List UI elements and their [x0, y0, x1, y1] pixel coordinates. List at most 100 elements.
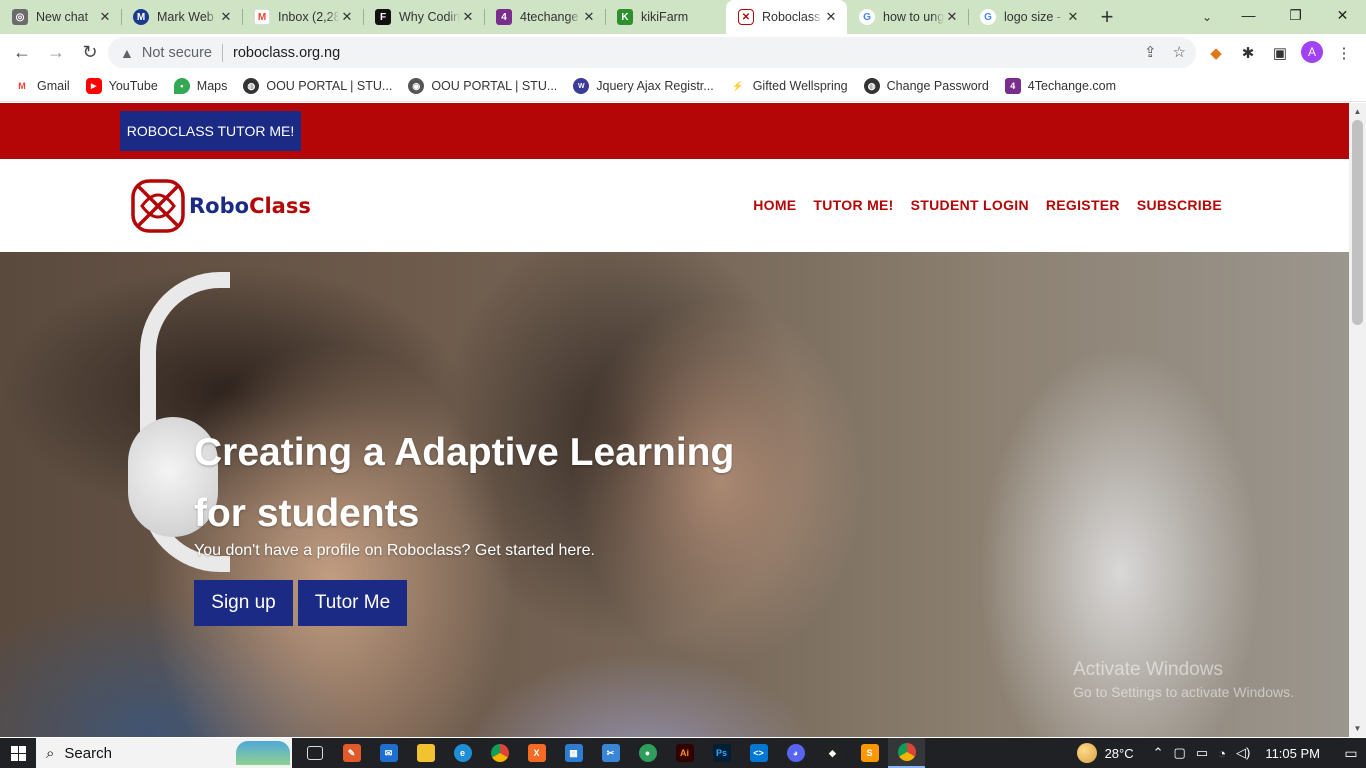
tab-title: New chat	[36, 10, 89, 24]
chrome-active-button[interactable]	[888, 738, 925, 768]
vscode-button[interactable]: <>	[740, 738, 777, 768]
illustrator-button[interactable]: Ai	[666, 738, 703, 768]
tab-search-chevron-icon[interactable]: ⌄	[1192, 0, 1222, 34]
nav-register[interactable]: REGISTER	[1046, 197, 1120, 213]
bookmark-maps[interactable]: • Maps	[173, 78, 227, 94]
close-icon[interactable]: ✕	[97, 9, 113, 25]
close-icon[interactable]: ✕	[823, 9, 839, 25]
paint-button[interactable]: ✎	[333, 738, 370, 768]
tutor-me-button[interactable]: Tutor Me	[298, 580, 407, 626]
warning-icon[interactable]: ▲	[120, 45, 134, 61]
sublime-icon: S	[860, 744, 879, 762]
task-view-button[interactable]	[296, 738, 333, 768]
gmail-icon: M	[18, 81, 26, 91]
scroll-down-icon[interactable]: ▼	[1349, 720, 1366, 737]
close-icon[interactable]: ✕	[581, 9, 597, 25]
close-icon[interactable]: ✕	[1065, 9, 1081, 25]
tab-mark-web[interactable]: M Mark Web ✕	[121, 0, 242, 34]
scrollbar-thumb[interactable]	[1352, 120, 1363, 325]
store-button[interactable]: ▦	[555, 738, 592, 768]
menu-kebab-icon[interactable]: ⋮	[1333, 42, 1355, 64]
4techange-icon: 4	[496, 9, 512, 25]
bookmark-youtube[interactable]: ▶ YouTube	[85, 78, 158, 94]
bookmark-oou-portal-1[interactable]: ◍ OOU PORTAL | STU...	[243, 78, 392, 94]
profile-avatar[interactable]: A	[1301, 41, 1323, 63]
side-panel-icon[interactable]: ▣	[1269, 42, 1291, 64]
share-icon[interactable]: ⇪	[1144, 43, 1157, 61]
photoshop-button[interactable]: Ps	[703, 738, 740, 768]
bookmark-label: Gmail	[37, 79, 70, 93]
new-tab-button[interactable]: +	[1089, 0, 1125, 34]
unity-button[interactable]: ◆	[814, 738, 851, 768]
tab-how-to[interactable]: G how to ung ✕	[847, 0, 968, 34]
tray-chevron-icon[interactable]: ⌃	[1153, 745, 1164, 761]
scroll-up-icon[interactable]: ▲	[1349, 103, 1366, 120]
not-secure-label[interactable]: Not secure	[142, 45, 212, 61]
battery-icon[interactable]: ▭	[1196, 745, 1208, 761]
volume-icon[interactable]: ◁)	[1236, 745, 1250, 761]
tab-why-coding[interactable]: F Why Codin ✕	[363, 0, 484, 34]
bookmark-4techange[interactable]: 4 4Techange.com	[1004, 78, 1116, 94]
tab-kikifarm[interactable]: K kikiFarm	[605, 0, 726, 34]
close-window-icon[interactable]: ✕	[1319, 0, 1366, 30]
reload-icon[interactable]: ↻	[74, 37, 106, 69]
edge-button[interactable]: e	[444, 738, 481, 768]
hero-title: Creating a Adaptive Learning for student…	[194, 422, 834, 544]
bookmark-gifted-wellspring[interactable]: ⚡ Gifted Wellspring	[729, 78, 848, 94]
bookmark-oou-portal-2[interactable]: ◉ OOU PORTAL | STU...	[408, 78, 557, 94]
green-app-button[interactable]: ●	[629, 738, 666, 768]
meet-now-icon[interactable]: ▢	[1174, 745, 1186, 761]
nav-subscribe[interactable]: SUBSCRIBE	[1137, 197, 1222, 213]
close-icon[interactable]: ✕	[460, 9, 476, 25]
nav-home[interactable]: HOME	[753, 197, 796, 213]
bookmark-jquery-ajax[interactable]: W Jquery Ajax Registr...	[573, 78, 714, 94]
metamask-icon[interactable]: ◆	[1205, 42, 1227, 64]
sign-up-button[interactable]: Sign up	[194, 580, 293, 626]
tab-4techange[interactable]: 4 4techange ✕	[484, 0, 605, 34]
sublime-button[interactable]: S	[851, 738, 888, 768]
close-icon[interactable]: ✕	[944, 9, 960, 25]
tab-title: Roboclass	[762, 10, 821, 24]
mail-button[interactable]: ✉	[370, 738, 407, 768]
chrome-button[interactable]	[481, 738, 518, 768]
f-icon: F	[375, 9, 391, 25]
wifi-icon[interactable]: ◔	[1218, 746, 1226, 761]
tab-logo-size[interactable]: G logo size - ✕	[968, 0, 1089, 34]
address-bar[interactable]: ▲ Not secure roboclass.org.ng ⇪ ☆	[108, 37, 1196, 68]
search-label: Search	[64, 744, 112, 762]
site-logo[interactable]: RoboClass	[128, 176, 311, 236]
watermark-line-1: Activate Windows	[1073, 659, 1223, 680]
weather-widget[interactable]: 28°C	[1076, 743, 1134, 763]
bookmark-change-password[interactable]: ◍ Change Password	[863, 78, 989, 94]
bookmark-gmail[interactable]: M Gmail	[14, 78, 70, 94]
openai-icon: ◎	[12, 9, 28, 25]
start-button[interactable]	[0, 738, 36, 768]
close-icon[interactable]: ✕	[218, 9, 234, 25]
bookmark-star-icon[interactable]: ☆	[1173, 43, 1186, 61]
tab-new-chat[interactable]: ◎ New chat ✕	[0, 0, 121, 34]
extensions-puzzle-icon[interactable]: ✱	[1237, 42, 1259, 64]
page-scrollbar[interactable]: ▲ ▼	[1349, 103, 1366, 737]
moon-weather-icon	[1076, 743, 1097, 763]
xampp-button[interactable]: X	[518, 738, 555, 768]
file-explorer-button[interactable]	[407, 738, 444, 768]
forward-arrow-icon[interactable]: →	[40, 37, 72, 69]
windows-taskbar: ⌕ Search ✎ ✉ e X ▦ ✂ ● Ai Ps <> ◕ ◆ S 28…	[0, 738, 1366, 768]
tab-roboclass[interactable]: ✕ Roboclass ✕	[726, 0, 847, 34]
url-text[interactable]: roboclass.org.ng	[233, 45, 340, 61]
roboclass-tutor-me-button[interactable]: ROBOCLASS TUTOR ME!	[120, 111, 301, 151]
taskbar-search[interactable]: ⌕ Search	[36, 738, 292, 768]
snip-button[interactable]: ✂	[592, 738, 629, 768]
mail-icon: ✉	[379, 744, 398, 762]
nav-tutor-me[interactable]: TUTOR ME!	[813, 197, 893, 213]
bookmarks-bar: M Gmail ▶ YouTube • Maps ◍ OOU PORTAL | …	[0, 71, 1366, 102]
minimize-icon[interactable]: —	[1225, 0, 1272, 30]
maximize-icon[interactable]: ❐	[1272, 0, 1319, 30]
clock[interactable]: 11:05 PM	[1265, 746, 1320, 761]
tab-inbox[interactable]: M Inbox (2,28 ✕	[242, 0, 363, 34]
notification-icon[interactable]: ▭	[1336, 745, 1366, 762]
close-icon[interactable]: ✕	[339, 9, 355, 25]
nav-student-login[interactable]: STUDENT LOGIN	[911, 197, 1029, 213]
back-arrow-icon[interactable]: ←	[6, 37, 38, 69]
discord-button[interactable]: ◕	[777, 738, 814, 768]
